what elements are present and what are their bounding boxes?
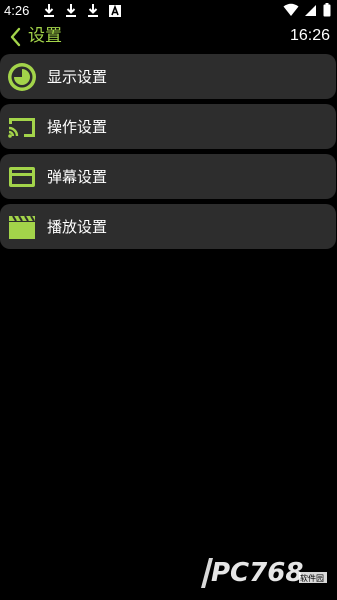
status-bar: 4:26 bbox=[0, 0, 337, 22]
menu-item-label: 播放设置 bbox=[47, 218, 108, 236]
battery-icon bbox=[323, 3, 331, 17]
wifi-icon bbox=[283, 3, 299, 16]
signal-icon bbox=[305, 4, 316, 16]
menu-item-display[interactable]: 显示设置 bbox=[0, 54, 336, 99]
menu-item-label: 操作设置 bbox=[47, 118, 108, 136]
display-icon bbox=[8, 63, 36, 91]
menu-item-danmaku[interactable]: 弹幕设置 bbox=[0, 154, 336, 199]
clapperboard-icon bbox=[9, 215, 35, 239]
menu-item-playback[interactable]: 播放设置 bbox=[0, 204, 336, 249]
menu-item-operation[interactable]: 操作设置 bbox=[0, 104, 336, 149]
app-a-icon bbox=[109, 4, 121, 17]
header-clock: 16:26 bbox=[289, 27, 330, 44]
download-icon bbox=[44, 4, 54, 17]
chevron-left-icon[interactable] bbox=[9, 26, 23, 48]
cast-icon bbox=[8, 118, 35, 138]
status-time: 4:26 bbox=[4, 3, 30, 18]
watermark-text: PC768 bbox=[211, 558, 303, 588]
watermark-logo: PC768 软件园 bbox=[199, 554, 329, 590]
system-icons bbox=[283, 3, 331, 17]
card-icon bbox=[9, 167, 35, 187]
watermark-subtext: 软件园 bbox=[300, 573, 324, 583]
notification-icons bbox=[42, 3, 122, 18]
page-title[interactable]: 设置 bbox=[28, 25, 62, 47]
download-icon bbox=[88, 4, 98, 17]
menu-item-label: 弹幕设置 bbox=[47, 168, 108, 186]
download-icon bbox=[66, 4, 76, 17]
header: 设置 16:26 bbox=[0, 22, 337, 52]
watermark-graphic: PC768 软件园 bbox=[201, 558, 327, 588]
menu-item-label: 显示设置 bbox=[47, 68, 108, 86]
